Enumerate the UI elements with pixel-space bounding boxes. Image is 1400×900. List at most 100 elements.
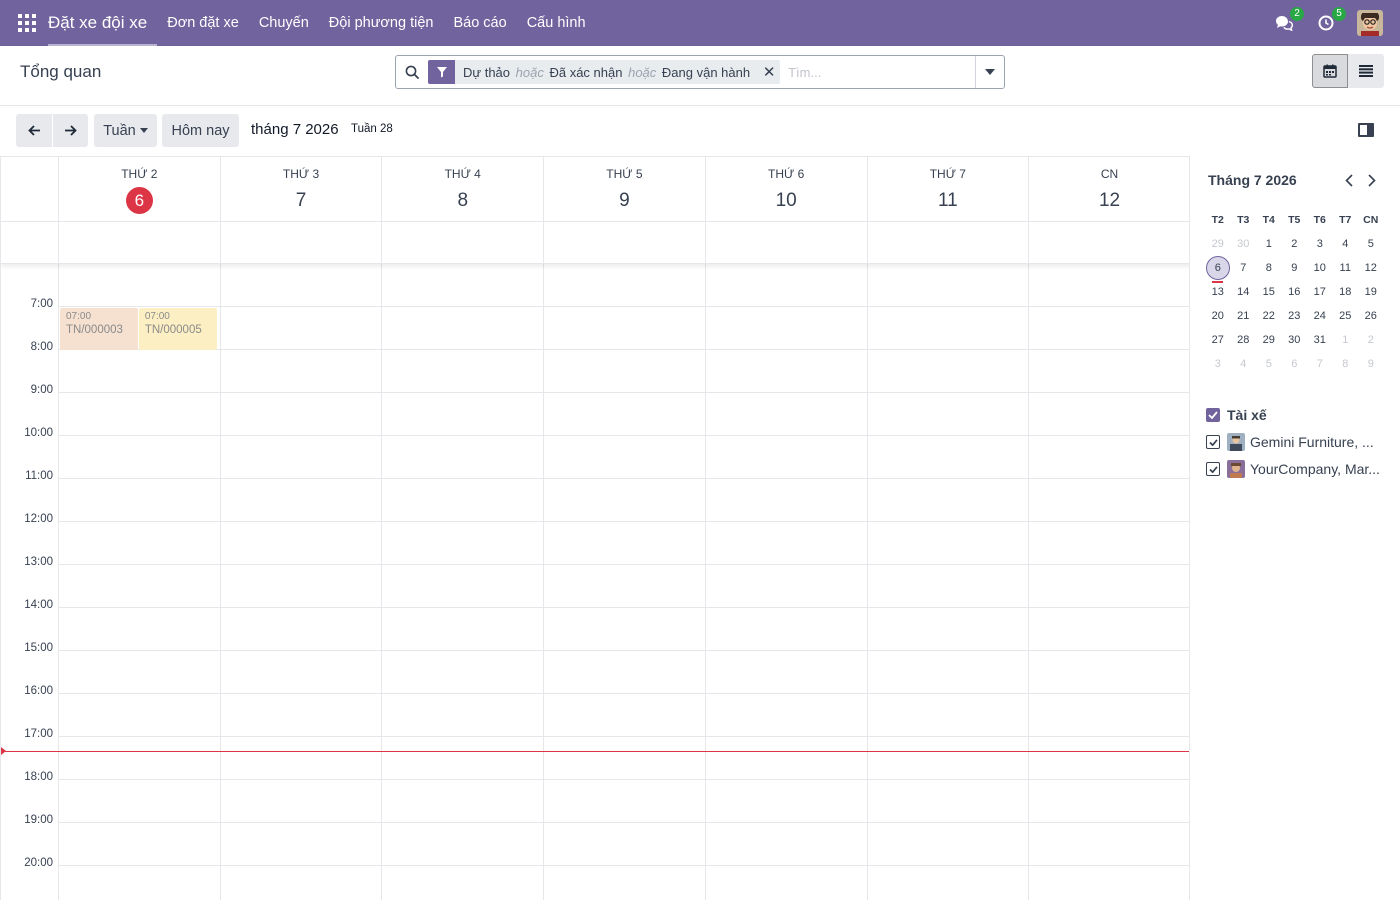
mini-day[interactable]: 6 bbox=[1282, 358, 1308, 370]
mini-day[interactable]: 30 bbox=[1282, 334, 1308, 346]
mini-day[interactable]: 3 bbox=[1205, 358, 1231, 370]
scale-dropdown[interactable]: Tuần bbox=[94, 114, 157, 147]
calendar-event[interactable]: 07:00 TN/000003 bbox=[60, 308, 138, 350]
mini-day[interactable]: 2 bbox=[1282, 238, 1308, 250]
mini-day[interactable]: 15 bbox=[1256, 286, 1282, 298]
day-name: THỨ 4 bbox=[444, 167, 481, 181]
menu-item-bookings[interactable]: Đơn đặt xe bbox=[157, 0, 249, 46]
mini-day[interactable]: 27 bbox=[1205, 334, 1231, 346]
caret-down-icon bbox=[139, 128, 148, 133]
search-options-toggle[interactable] bbox=[975, 56, 1004, 88]
calendar-event[interactable]: 07:00 TN/000005 bbox=[138, 308, 217, 350]
all-day-cell[interactable] bbox=[381, 222, 543, 264]
mini-day[interactable]: 7 bbox=[1307, 358, 1333, 370]
mini-week-row: 13 14 15 16 17 18 19 bbox=[1205, 280, 1398, 304]
day-column-divider bbox=[381, 264, 383, 900]
driver-filter-header[interactable]: Tài xế bbox=[1206, 406, 1391, 424]
list-view-button[interactable] bbox=[1348, 54, 1384, 88]
hour-gridline bbox=[58, 521, 1189, 522]
mini-day[interactable]: 12 bbox=[1358, 262, 1384, 274]
close-icon[interactable]: ✕ bbox=[758, 63, 780, 81]
day-header[interactable]: THỨ 6 10 bbox=[704, 157, 867, 221]
mini-day[interactable]: 13 bbox=[1205, 286, 1231, 298]
mini-day[interactable]: 26 bbox=[1358, 310, 1384, 322]
mini-day[interactable]: 1 bbox=[1333, 334, 1359, 346]
day-header[interactable]: THỨ 7 11 bbox=[866, 157, 1029, 221]
checkbox-checked-icon[interactable] bbox=[1206, 462, 1220, 476]
mini-day[interactable]: 2 bbox=[1358, 334, 1384, 346]
mini-day[interactable]: 7 bbox=[1231, 262, 1257, 274]
mini-day-number: 29 bbox=[1262, 334, 1275, 346]
driver-filter-item[interactable]: YourCompany, Mar... bbox=[1206, 460, 1391, 478]
menu-item-trips[interactable]: Chuyến bbox=[249, 0, 319, 46]
driver-filter-item[interactable]: Gemini Furniture, ... bbox=[1206, 433, 1391, 451]
previous-button[interactable] bbox=[16, 114, 52, 147]
mini-day-number: 9 bbox=[1367, 358, 1374, 370]
mini-day[interactable]: 28 bbox=[1231, 334, 1257, 346]
all-day-cell[interactable] bbox=[58, 222, 220, 264]
mini-day[interactable]: 16 bbox=[1282, 286, 1308, 298]
all-day-cell[interactable] bbox=[1028, 222, 1189, 264]
mini-prev-month-button[interactable] bbox=[1341, 171, 1357, 189]
mini-day[interactable]: 25 bbox=[1333, 310, 1359, 322]
mini-day[interactable]: 21 bbox=[1231, 310, 1257, 322]
mini-day[interactable]: 29 bbox=[1256, 334, 1282, 346]
day-header[interactable]: CN 12 bbox=[1028, 157, 1189, 221]
menu-item-config[interactable]: Cấu hình bbox=[517, 0, 596, 46]
current-period: tháng 7 2026 bbox=[251, 121, 339, 138]
mini-day[interactable]: 10 bbox=[1307, 262, 1333, 274]
mini-day[interactable]: 4 bbox=[1231, 358, 1257, 370]
mini-day[interactable]: 24 bbox=[1307, 310, 1333, 322]
mini-day[interactable]: 17 bbox=[1307, 286, 1333, 298]
menu-item-fleet[interactable]: Đội phương tiện bbox=[319, 0, 444, 46]
apps-grid-icon[interactable] bbox=[18, 14, 36, 32]
all-day-cell[interactable] bbox=[219, 222, 382, 264]
next-button[interactable] bbox=[53, 114, 88, 147]
day-header[interactable]: THỨ 2 6 bbox=[58, 157, 220, 221]
mini-day[interactable]: 8 bbox=[1333, 358, 1359, 370]
mini-day[interactable]: 22 bbox=[1256, 310, 1282, 322]
menu-item-reports[interactable]: Báo cáo bbox=[443, 0, 516, 46]
hour-label: 7:00 bbox=[30, 298, 53, 310]
mini-day[interactable]: 30 bbox=[1231, 238, 1257, 250]
mini-day[interactable]: 18 bbox=[1333, 286, 1359, 298]
mini-day[interactable]: 9 bbox=[1282, 262, 1308, 274]
top-navbar: Đặt xe đội xe Đơn đặt xe Chuyến Đội phươ… bbox=[0, 0, 1400, 46]
day-header[interactable]: THỨ 3 7 bbox=[219, 157, 382, 221]
user-avatar[interactable] bbox=[1357, 10, 1383, 36]
all-day-cell[interactable] bbox=[704, 222, 867, 264]
mini-day[interactable]: 31 bbox=[1307, 334, 1333, 346]
search-input[interactable] bbox=[780, 57, 975, 87]
all-day-cell[interactable] bbox=[866, 222, 1029, 264]
mini-day[interactable]: 9 bbox=[1358, 358, 1384, 370]
today-button[interactable]: Hôm nay bbox=[162, 114, 239, 147]
all-day-cell[interactable] bbox=[543, 222, 705, 264]
mini-day[interactable]: 4 bbox=[1333, 238, 1359, 250]
sidebar-toggle-icon[interactable] bbox=[1358, 123, 1374, 137]
activities-button[interactable]: 5 bbox=[1315, 7, 1346, 34]
filter-facet[interactable]: Dự thảo hoặc Đã xác nhận hoặc Đang vận h… bbox=[428, 60, 781, 84]
mini-day[interactable]: 5 bbox=[1256, 358, 1282, 370]
day-header[interactable]: THỨ 4 8 bbox=[381, 157, 543, 221]
mini-day[interactable]: 19 bbox=[1358, 286, 1384, 298]
mini-day[interactable]: 8 bbox=[1256, 262, 1282, 274]
mini-day-number: 25 bbox=[1339, 310, 1352, 322]
calendar-view-button[interactable] bbox=[1312, 54, 1348, 88]
mini-day[interactable]: 1 bbox=[1256, 238, 1282, 250]
checkbox-checked-icon[interactable] bbox=[1206, 408, 1220, 422]
mini-day-number: 1 bbox=[1265, 238, 1272, 250]
mini-day[interactable]: 29 bbox=[1205, 238, 1231, 250]
mini-day[interactable]: 11 bbox=[1333, 262, 1359, 274]
mini-day-today[interactable]: 6 bbox=[1205, 256, 1231, 283]
mini-day[interactable]: 5 bbox=[1358, 238, 1384, 250]
mini-day[interactable]: 23 bbox=[1282, 310, 1308, 322]
day-header[interactable]: THỨ 5 9 bbox=[543, 157, 705, 221]
app-title[interactable]: Đặt xe đội xe bbox=[48, 0, 158, 46]
mini-day[interactable]: 3 bbox=[1307, 238, 1333, 250]
mini-next-month-button[interactable] bbox=[1364, 171, 1380, 189]
checkbox-checked-icon[interactable] bbox=[1206, 435, 1220, 449]
search-icon[interactable] bbox=[396, 65, 428, 79]
messages-button[interactable]: 2 bbox=[1273, 7, 1304, 34]
mini-day[interactable]: 14 bbox=[1231, 286, 1257, 298]
mini-day[interactable]: 20 bbox=[1205, 310, 1231, 322]
